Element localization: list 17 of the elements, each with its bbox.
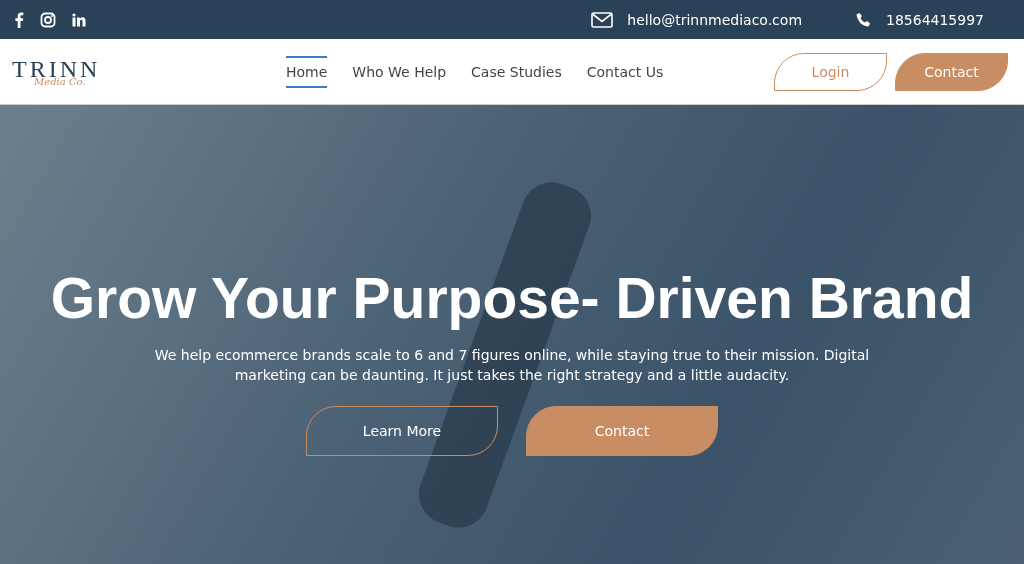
social-link[interactable] (14, 11, 24, 28)
instagram-icon (40, 11, 56, 28)
linkedin-icon (72, 12, 86, 27)
phone-number[interactable]: 18564415997 (886, 11, 984, 28)
email-link[interactable]: hello@trinnmediaco.com (627, 11, 802, 28)
hero-title: Grow Your Purpose- Driven Brand (50, 265, 974, 331)
envelope-icon (591, 11, 614, 28)
nav-link[interactable]: Who We Help (352, 55, 447, 88)
nav-link[interactable]: Contact Us (586, 55, 664, 88)
hero-text: We help ecommerce brands scale to 6 and 7 figures online, while staying true to their mission. Digital marketing can be daunting. It just takes the right strategy and a little audacity. (153, 346, 871, 386)
social-link[interactable] (40, 11, 56, 28)
phone-icon (856, 11, 872, 28)
nav-link[interactable]: Case Studies (471, 55, 562, 88)
facebook-icon (14, 11, 24, 28)
social-link[interactable] (72, 12, 86, 27)
nav-link[interactable]: Home (286, 55, 328, 88)
learn-more-button[interactable]: Learn More (306, 405, 498, 456)
